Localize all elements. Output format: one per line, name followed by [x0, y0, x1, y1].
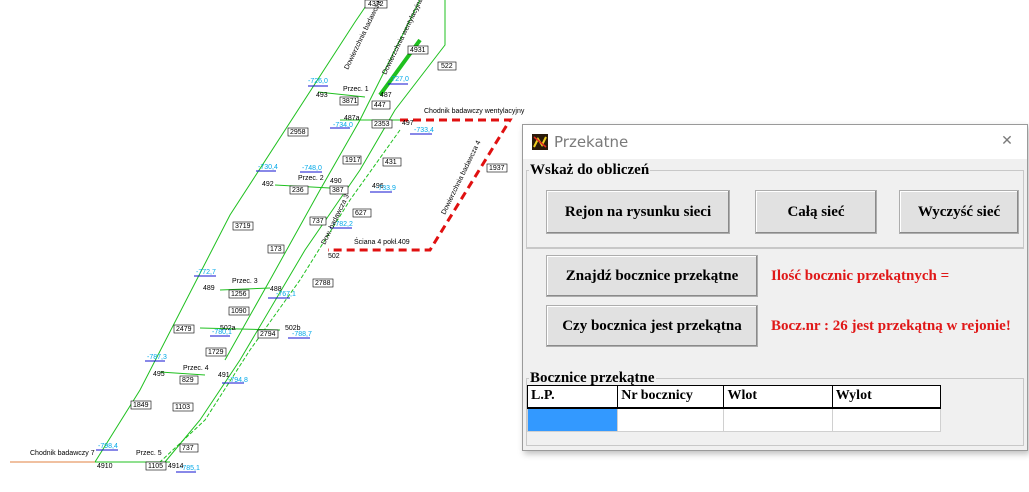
- node-label: 1256: [231, 291, 247, 298]
- title-bar[interactable]: Przekatne ✕: [523, 125, 1027, 159]
- pressure-label: -727,0: [389, 76, 409, 83]
- node-label: 431: [385, 159, 397, 166]
- diagonal-branch-highlight: [328, 118, 513, 252]
- node-label: 173: [270, 246, 282, 253]
- node-label: 4910: [97, 463, 113, 470]
- column-header-branch-no[interactable]: Nr bocznicy: [617, 385, 725, 409]
- branch-number-boxes: 4372 4931 522 493 487 3871 447 487a 497 …: [97, 0, 508, 471]
- node-label: 236: [292, 187, 304, 194]
- pressure-label: -772,7: [196, 269, 216, 276]
- pressure-label: -788,7: [292, 331, 312, 338]
- table-cell[interactable]: [831, 407, 942, 432]
- pressure-label: -767,1: [276, 291, 296, 298]
- whole-network-button[interactable]: Całą sieć: [755, 190, 877, 234]
- pressure-label: -730,4: [258, 164, 278, 171]
- node-label: 1105: [148, 463, 163, 470]
- pressure-label: -733,4: [414, 127, 434, 134]
- branch-name: Chodnik badawczy wentylacyjny: [424, 108, 525, 115]
- pressure-label: -787,3: [147, 354, 167, 361]
- node-label: 1849: [133, 402, 149, 409]
- diagonal-count-result: Ilość bocznic przekątnych =: [771, 268, 950, 284]
- node-label: 447: [374, 102, 386, 109]
- node-label: 495: [153, 371, 165, 378]
- network-branches: [10, 0, 446, 463]
- pressure-label: -734,0: [333, 122, 353, 129]
- area-on-drawing-button[interactable]: Rejon na rysunku sieci: [546, 190, 730, 234]
- pressure-label: -798,4: [98, 443, 118, 450]
- close-icon[interactable]: ✕: [997, 131, 1017, 151]
- pressure-label: -794,8: [228, 377, 248, 384]
- diagonal-branches-table[interactable]: L.P. Nr bocznicy Wlot Wylot: [526, 385, 942, 432]
- pressure-label: -780,1: [212, 329, 232, 336]
- node-label: 2788: [315, 280, 331, 287]
- table-cell-selected[interactable]: [526, 407, 619, 432]
- table-row[interactable]: [526, 407, 942, 432]
- separator: [526, 248, 1024, 249]
- clear-network-button[interactable]: Wyczyść sieć: [899, 190, 1019, 234]
- select-scope-legend: Wskaż do obliczeń: [530, 162, 650, 178]
- branch-name: Przec. 2: [298, 175, 324, 182]
- node-label: 487a: [344, 115, 360, 122]
- column-header-inlet[interactable]: Wlot: [723, 385, 833, 409]
- check-diagonal-result: Bocz.nr : 26 jest przekątną w rejonie!: [771, 318, 1011, 334]
- node-label: 2479: [176, 326, 192, 333]
- branch-name: Przec. 1: [343, 86, 369, 93]
- przekatne-dialog: Przekatne ✕ Wskaż do obliczeń Rejon na r…: [522, 124, 1028, 451]
- pressure-markers: -726,0 -727,0 -734,0 -733,4 -730,4 -748,…: [96, 76, 434, 473]
- node-label: 1917: [345, 157, 361, 164]
- pressure-label: -748,0: [302, 165, 322, 172]
- column-header-outlet[interactable]: Wylot: [831, 385, 942, 409]
- pressure-label: -733,9: [376, 185, 396, 192]
- node-label: 1103: [175, 404, 190, 411]
- node-label: 3871: [342, 98, 358, 105]
- node-label: 737: [182, 445, 194, 452]
- branch-name: Przec. 3: [232, 278, 258, 285]
- table-cell[interactable]: [723, 407, 833, 432]
- column-header-lp[interactable]: L.P.: [526, 385, 619, 409]
- node-label: 493: [316, 92, 328, 99]
- node-label: 829: [182, 377, 194, 384]
- branch-name: Ściana 4 pokł.409: [354, 237, 410, 246]
- node-label: 387: [332, 187, 344, 194]
- node-label: 3719: [235, 223, 251, 230]
- pressure-label: -726,0: [308, 78, 328, 85]
- branch-name: Przec. 4: [183, 365, 209, 372]
- node-label: 522: [441, 63, 453, 70]
- branch-name: Dowierzchnia badawcza 1: [344, 0, 386, 71]
- pressure-label: -785,1: [180, 465, 200, 472]
- check-diagonal-button[interactable]: Czy bocznica jest przekątna: [546, 305, 758, 347]
- branch-name: Chodnik badawczy 7: [30, 450, 95, 457]
- node-label: 2353: [374, 121, 390, 128]
- branch-name: Przec. 5: [136, 450, 162, 457]
- node-label: 2958: [290, 129, 306, 136]
- node-label: 497: [402, 120, 414, 127]
- node-label: 492: [262, 181, 274, 188]
- window-title: Przekatne: [554, 133, 629, 151]
- find-diagonal-branches-button[interactable]: Znajdź bocznice przekątne: [546, 255, 758, 297]
- table-header-row: L.P. Nr bocznicy Wlot Wylot: [526, 385, 942, 409]
- node-label: 487: [380, 92, 392, 99]
- node-label: 489: [203, 285, 215, 292]
- app-icon: [532, 134, 548, 150]
- node-label: 1729: [208, 349, 224, 356]
- node-label: 502: [328, 253, 340, 260]
- node-label: 1090: [231, 308, 247, 315]
- node-label: 2794: [260, 331, 276, 338]
- node-label: 1937: [489, 165, 505, 172]
- table-cell[interactable]: [617, 407, 725, 432]
- node-label: 490: [330, 178, 342, 185]
- node-label: 627: [355, 210, 367, 217]
- node-label: 4931: [410, 47, 426, 54]
- node-label: 737: [312, 218, 324, 225]
